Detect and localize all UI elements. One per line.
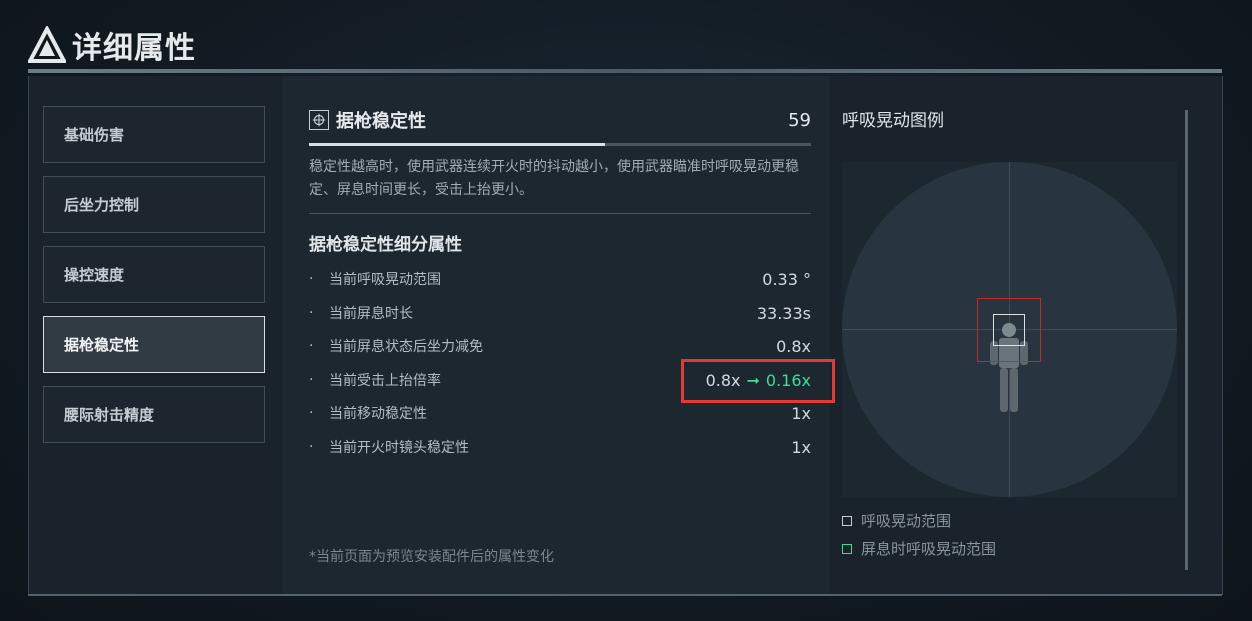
stat-name: 据枪稳定性 <box>336 111 426 132</box>
legend-scrollbar[interactable] <box>1185 110 1188 570</box>
legend-title: 呼吸晃动图例 <box>842 111 944 131</box>
breakdown-label: 当前屏息时长 <box>329 306 413 322</box>
breakdown-label: 当前屏息状态后坐力减免 <box>329 339 483 355</box>
sidebar-item-label: 腰际射击精度 <box>64 406 155 424</box>
page-header: 详细属性 <box>28 22 196 68</box>
stat-header: 据枪稳定性 59 <box>309 106 811 134</box>
breath-hold-sway-box <box>993 314 1025 346</box>
breakdown-row: · 当前开火时镜头稳定性 1x <box>309 435 811 459</box>
stat-progress-fill <box>309 143 606 146</box>
sidebar-item-base-damage[interactable]: 基础伤害 <box>43 106 265 163</box>
breakdown-value: 0.8x <box>776 336 811 356</box>
breakdown-value: 1x <box>791 403 811 423</box>
legend-item-hold-breath-sway: 屏息时呼吸晃动范围 <box>842 538 996 559</box>
breakdown-title: 据枪稳定性细分属性 <box>309 235 462 255</box>
bullet: · <box>309 405 314 421</box>
page-title: 详细属性 <box>72 31 196 66</box>
legend-square-icon <box>842 515 852 526</box>
legend-square-icon <box>842 543 852 554</box>
sidebar-item-label: 基础伤害 <box>64 126 125 144</box>
panel-bottom-divider <box>28 594 1222 596</box>
breakdown-value: 33.33s <box>756 303 811 323</box>
stat-value: 59 <box>788 109 811 131</box>
breakdown-label: 当前呼吸晃动范围 <box>329 272 441 288</box>
breakdown-label: 当前移动稳定性 <box>329 406 427 422</box>
bullet: · <box>309 372 314 388</box>
breakdown-label: 当前开火时镜头稳定性 <box>329 440 469 456</box>
legend-label: 呼吸晃动范围 <box>861 512 952 530</box>
bullet: · <box>309 271 314 287</box>
section-divider <box>309 213 811 214</box>
bullet: · <box>309 305 314 321</box>
breakdown-row: · 当前呼吸晃动范围 0.33 ° <box>309 267 811 291</box>
breakdown-row: · 当前屏息时长 33.33s <box>309 301 811 325</box>
stat-description: 稳定性越高时，使用武器连续开火时的抖动越小，使用武器瞄准时呼吸晃动更稳定、屏息时… <box>309 159 799 198</box>
legend-item-sway-range: 呼吸晃动范围 <box>842 510 951 531</box>
sidebar-item-recoil-control[interactable]: 后坐力控制 <box>43 176 265 233</box>
breakdown-value: 1x <box>791 437 811 457</box>
sidebar-item-label: 后坐力控制 <box>64 196 140 214</box>
preview-note: *当前页面为预览安装配件后的属性变化 <box>309 549 554 565</box>
crosshair-icon <box>309 110 329 130</box>
sidebar-item-handling-speed[interactable]: 操控速度 <box>43 246 265 303</box>
sidebar-item-label: 操控速度 <box>64 266 125 284</box>
sidebar-item-aim-stability[interactable]: 据枪稳定性 <box>43 316 265 373</box>
header-divider <box>28 69 1222 73</box>
bullet: · <box>309 338 314 354</box>
breakdown-row: · 当前移动稳定性 1x <box>309 401 811 425</box>
bullet: · <box>309 439 314 455</box>
sidebar-item-label: 据枪稳定性 <box>64 336 140 354</box>
highlight-box <box>681 359 835 403</box>
breakdown-row: · 当前屏息状态后坐力减免 0.8x <box>309 334 811 358</box>
breakdown-label: 当前受击上抬倍率 <box>329 373 441 389</box>
game-logo-icon <box>28 26 66 63</box>
stat-progress-bar <box>309 143 811 146</box>
breakdown-value: 0.33 ° <box>762 269 811 289</box>
sidebar-item-hipfire-accuracy[interactable]: 腰际射击精度 <box>43 386 265 443</box>
legend-label: 屏息时呼吸晃动范围 <box>861 540 997 558</box>
